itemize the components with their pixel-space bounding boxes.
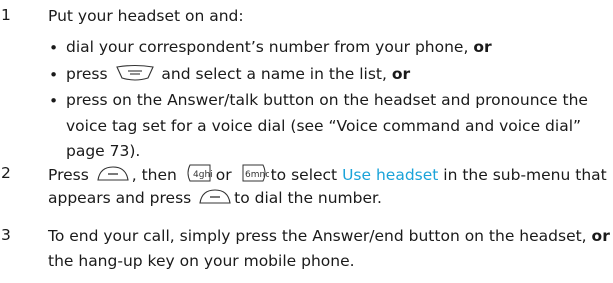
svg-text:6mno: 6mno bbox=[245, 170, 269, 180]
step-number: 1 bbox=[1, 6, 11, 24]
bullet-dot: • bbox=[49, 39, 59, 57]
key-4-icon: 4ghi bbox=[187, 164, 213, 182]
instruction-page: 1 Put your headset on and: • dial your c… bbox=[0, 0, 613, 283]
svg-text:4ghi: 4ghi bbox=[193, 170, 213, 180]
step-1-intro: Put your headset on and: bbox=[48, 7, 244, 25]
step-number: 2 bbox=[1, 164, 11, 182]
key-6-icon: 6mno bbox=[242, 164, 269, 182]
bullet-press-menu: press and select a name in the list, or bbox=[66, 64, 411, 83]
step-3-line-1: To end your call, simply press the Answe… bbox=[48, 227, 610, 245]
call-key-icon bbox=[199, 189, 231, 204]
bullet-dot: • bbox=[49, 92, 59, 110]
bullet-dial: dial your correspondent’s number from yo… bbox=[66, 38, 492, 56]
bullet-dot: • bbox=[49, 66, 59, 84]
bullet-voice-line-1: press on the Answer/talk button on the h… bbox=[66, 91, 588, 109]
step-2-line-2: appears and press to dial the number. bbox=[48, 189, 382, 207]
bullet-voice-line-2: voice tag set for a voice dial (see “Voi… bbox=[66, 117, 582, 135]
step-number: 3 bbox=[1, 226, 11, 244]
menu-key-icon bbox=[115, 64, 154, 81]
step-2-line-1: Press , then 4ghi or 6mno to select Use … bbox=[48, 162, 607, 186]
call-key-icon bbox=[97, 166, 129, 181]
bullet-voice-line-3: page 73). bbox=[66, 142, 141, 160]
option-use-headset: Use headset bbox=[342, 166, 439, 184]
step-3-line-2: the hang-up key on your mobile phone. bbox=[48, 252, 355, 270]
